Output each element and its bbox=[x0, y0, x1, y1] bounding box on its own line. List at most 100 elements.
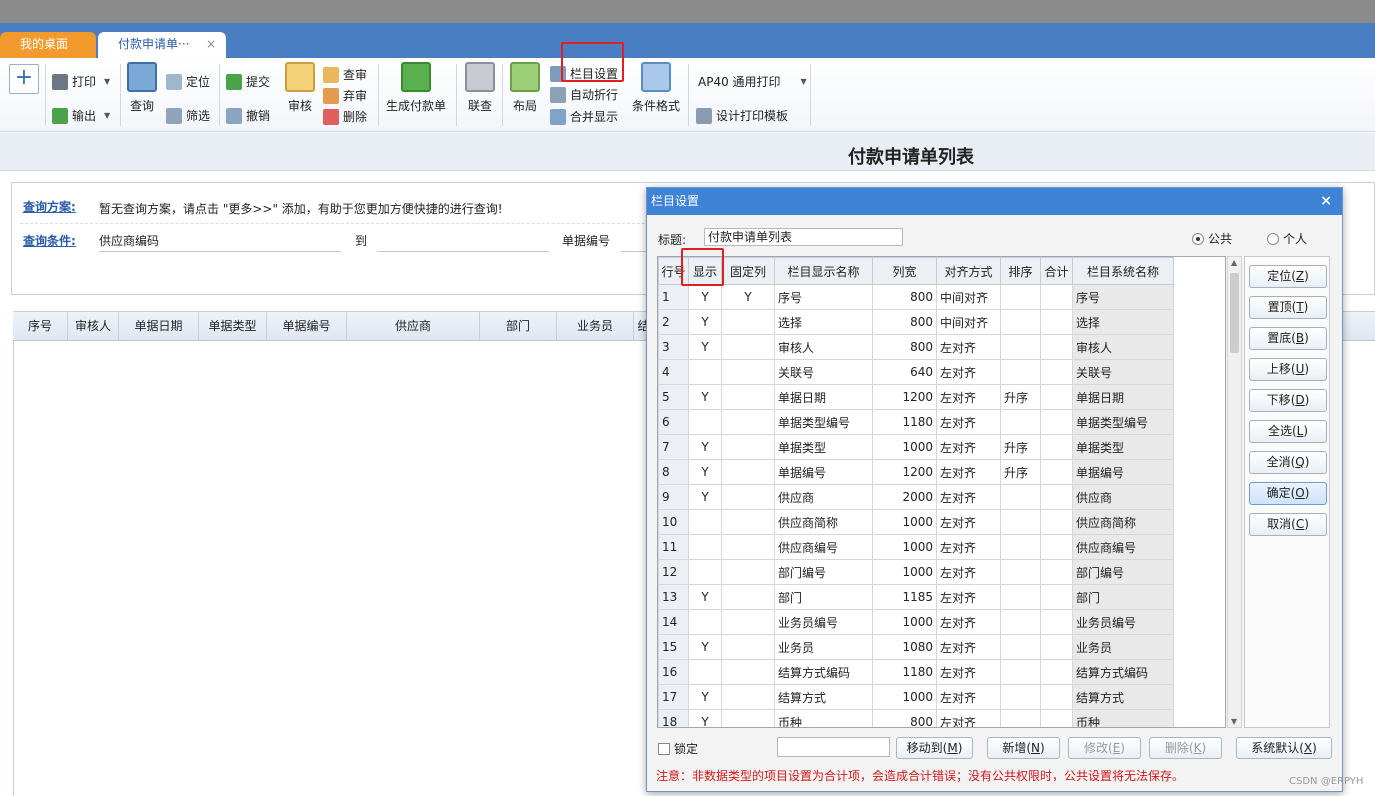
radio-personal[interactable]: 个人 bbox=[1267, 230, 1307, 247]
sum-cell[interactable] bbox=[1040, 409, 1073, 435]
sort-cell[interactable] bbox=[1000, 709, 1041, 727]
table-row[interactable]: 7 Y 单据类型 1000 左对齐 升序 单据类型 bbox=[658, 434, 1174, 460]
fixed-column-cell[interactable] bbox=[721, 534, 775, 560]
table-row[interactable]: 9 Y 供应商 2000 左对齐 供应商 bbox=[658, 484, 1174, 510]
fixed-column-cell[interactable] bbox=[721, 509, 775, 535]
fixed-column-cell[interactable] bbox=[721, 484, 775, 510]
sort-cell[interactable] bbox=[1000, 509, 1041, 535]
sort-cell[interactable] bbox=[1000, 484, 1041, 510]
alignment-cell[interactable]: 左对齐 bbox=[936, 609, 1001, 635]
column-width-cell[interactable]: 1000 bbox=[872, 534, 937, 560]
column-width-cell[interactable]: 1180 bbox=[872, 409, 937, 435]
query-button[interactable]: 查询 bbox=[127, 62, 157, 114]
fixed-column-cell[interactable] bbox=[721, 634, 775, 660]
sort-cell[interactable] bbox=[1000, 609, 1041, 635]
sort-cell[interactable] bbox=[1000, 584, 1041, 610]
revoke-button[interactable]: 撤销 bbox=[226, 107, 270, 124]
sum-cell[interactable] bbox=[1040, 359, 1073, 385]
grid-col-header[interactable]: 审核人 bbox=[68, 312, 119, 341]
show-cell[interactable]: Y bbox=[688, 434, 722, 460]
alignment-cell[interactable]: 左对齐 bbox=[936, 484, 1001, 510]
grid-col-header[interactable]: 序号 bbox=[13, 312, 68, 341]
table-row[interactable]: 18 Y 币种 800 左对齐 币种 bbox=[658, 709, 1174, 727]
sum-cell[interactable] bbox=[1040, 284, 1073, 310]
alignment-cell[interactable]: 中间对齐 bbox=[936, 309, 1001, 335]
sum-cell[interactable] bbox=[1040, 709, 1073, 727]
layout-button[interactable]: 布局 bbox=[510, 62, 540, 114]
sort-cell[interactable] bbox=[1000, 559, 1041, 585]
show-cell[interactable] bbox=[688, 659, 722, 685]
alignment-cell[interactable]: 左对齐 bbox=[936, 684, 1001, 710]
column-width-cell[interactable]: 800 bbox=[872, 309, 937, 335]
column-width-cell[interactable]: 1000 bbox=[872, 434, 937, 460]
table-row[interactable]: 10 供应商简称 1000 左对齐 供应商简称 bbox=[658, 509, 1174, 535]
add-button[interactable]: 新增(N) bbox=[987, 737, 1060, 759]
grid-col-header[interactable]: 单据类型 bbox=[199, 312, 267, 341]
sort-cell[interactable] bbox=[1000, 284, 1041, 310]
display-name-cell[interactable]: 结算方式编码 bbox=[774, 659, 873, 685]
table-row[interactable]: 2 Y 选择 800 中间对齐 选择 bbox=[658, 309, 1174, 335]
sum-cell[interactable] bbox=[1040, 509, 1073, 535]
grid-col-header[interactable]: 单据日期 bbox=[119, 312, 199, 341]
grid-col-header[interactable]: 供应商 bbox=[347, 312, 480, 341]
table-row[interactable]: 14 业务员编号 1000 左对齐 业务员编号 bbox=[658, 609, 1174, 635]
sum-cell[interactable] bbox=[1040, 559, 1073, 585]
tab-home[interactable]: 我的桌面 bbox=[0, 32, 96, 58]
filter-button[interactable]: 筛选 bbox=[166, 107, 210, 124]
sum-cell[interactable] bbox=[1040, 484, 1073, 510]
alignment-cell[interactable]: 左对齐 bbox=[936, 384, 1001, 410]
fixed-column-cell[interactable] bbox=[721, 684, 775, 710]
submit-button[interactable]: 提交 bbox=[226, 73, 270, 90]
table-row[interactable]: 3 Y 审核人 800 左对齐 审核人 bbox=[658, 334, 1174, 360]
close-icon[interactable]: × bbox=[1320, 188, 1332, 215]
auto-wrap-button[interactable]: 自动折行 bbox=[550, 86, 618, 103]
display-name-cell[interactable]: 供应商简称 bbox=[774, 509, 873, 535]
sort-cell[interactable] bbox=[1000, 309, 1041, 335]
show-cell[interactable]: Y bbox=[688, 284, 722, 310]
show-cell[interactable] bbox=[688, 559, 722, 585]
grid-col-header[interactable]: 业务员 bbox=[557, 312, 634, 341]
add-icon[interactable]: + bbox=[9, 64, 39, 94]
sum-cell[interactable] bbox=[1040, 434, 1073, 460]
show-cell[interactable]: Y bbox=[688, 309, 722, 335]
column-width-cell[interactable]: 1180 bbox=[872, 659, 937, 685]
move-bottom-button[interactable]: 置底(B) bbox=[1249, 327, 1327, 350]
fixed-column-cell[interactable] bbox=[721, 559, 775, 585]
alignment-cell[interactable]: 左对齐 bbox=[936, 459, 1001, 485]
sort-cell[interactable]: 升序 bbox=[1000, 384, 1041, 410]
fixed-column-cell[interactable] bbox=[721, 659, 775, 685]
conditional-format-button[interactable]: 条件格式 bbox=[632, 62, 680, 114]
table-row[interactable]: 1 Y Y 序号 800 中间对齐 序号 bbox=[658, 284, 1174, 310]
table-row[interactable]: 11 供应商编号 1000 左对齐 供应商编号 bbox=[658, 534, 1174, 560]
column-width-cell[interactable]: 1200 bbox=[872, 459, 937, 485]
display-name-cell[interactable]: 业务员 bbox=[774, 634, 873, 660]
display-name-cell[interactable]: 选择 bbox=[774, 309, 873, 335]
sum-cell[interactable] bbox=[1040, 584, 1073, 610]
sort-cell[interactable] bbox=[1000, 634, 1041, 660]
table-row[interactable]: 12 部门编号 1000 左对齐 部门编号 bbox=[658, 559, 1174, 585]
display-name-cell[interactable]: 币种 bbox=[774, 709, 873, 727]
display-name-cell[interactable]: 业务员编号 bbox=[774, 609, 873, 635]
delete-button[interactable]: 删除 bbox=[323, 108, 367, 125]
display-name-cell[interactable]: 单据编号 bbox=[774, 459, 873, 485]
lock-checkbox[interactable]: 锁定 bbox=[658, 740, 698, 757]
design-print-template-button[interactable]: 设计打印模板 bbox=[696, 107, 788, 124]
ok-button[interactable]: 确定(O) bbox=[1249, 482, 1327, 505]
sum-cell[interactable] bbox=[1040, 534, 1073, 560]
fixed-column-cell[interactable] bbox=[721, 334, 775, 360]
fixed-column-cell[interactable] bbox=[721, 309, 775, 335]
title-input[interactable]: 付款申请单列表 bbox=[704, 228, 903, 246]
generate-payment-button[interactable]: 生成付款单 bbox=[386, 62, 446, 114]
show-cell[interactable]: Y bbox=[688, 459, 722, 485]
alignment-cell[interactable]: 左对齐 bbox=[936, 559, 1001, 585]
show-cell[interactable]: Y bbox=[688, 709, 722, 727]
display-name-cell[interactable]: 关联号 bbox=[774, 359, 873, 385]
column-width-cell[interactable]: 640 bbox=[872, 359, 937, 385]
show-cell[interactable] bbox=[688, 609, 722, 635]
select-all-button[interactable]: 全选(L) bbox=[1249, 420, 1327, 443]
alignment-cell[interactable]: 左对齐 bbox=[936, 509, 1001, 535]
modify-button[interactable]: 修改(E) bbox=[1068, 737, 1141, 759]
grid-col-header[interactable]: 单据编号 bbox=[267, 312, 347, 341]
show-cell[interactable] bbox=[688, 509, 722, 535]
column-width-cell[interactable]: 2000 bbox=[872, 484, 937, 510]
